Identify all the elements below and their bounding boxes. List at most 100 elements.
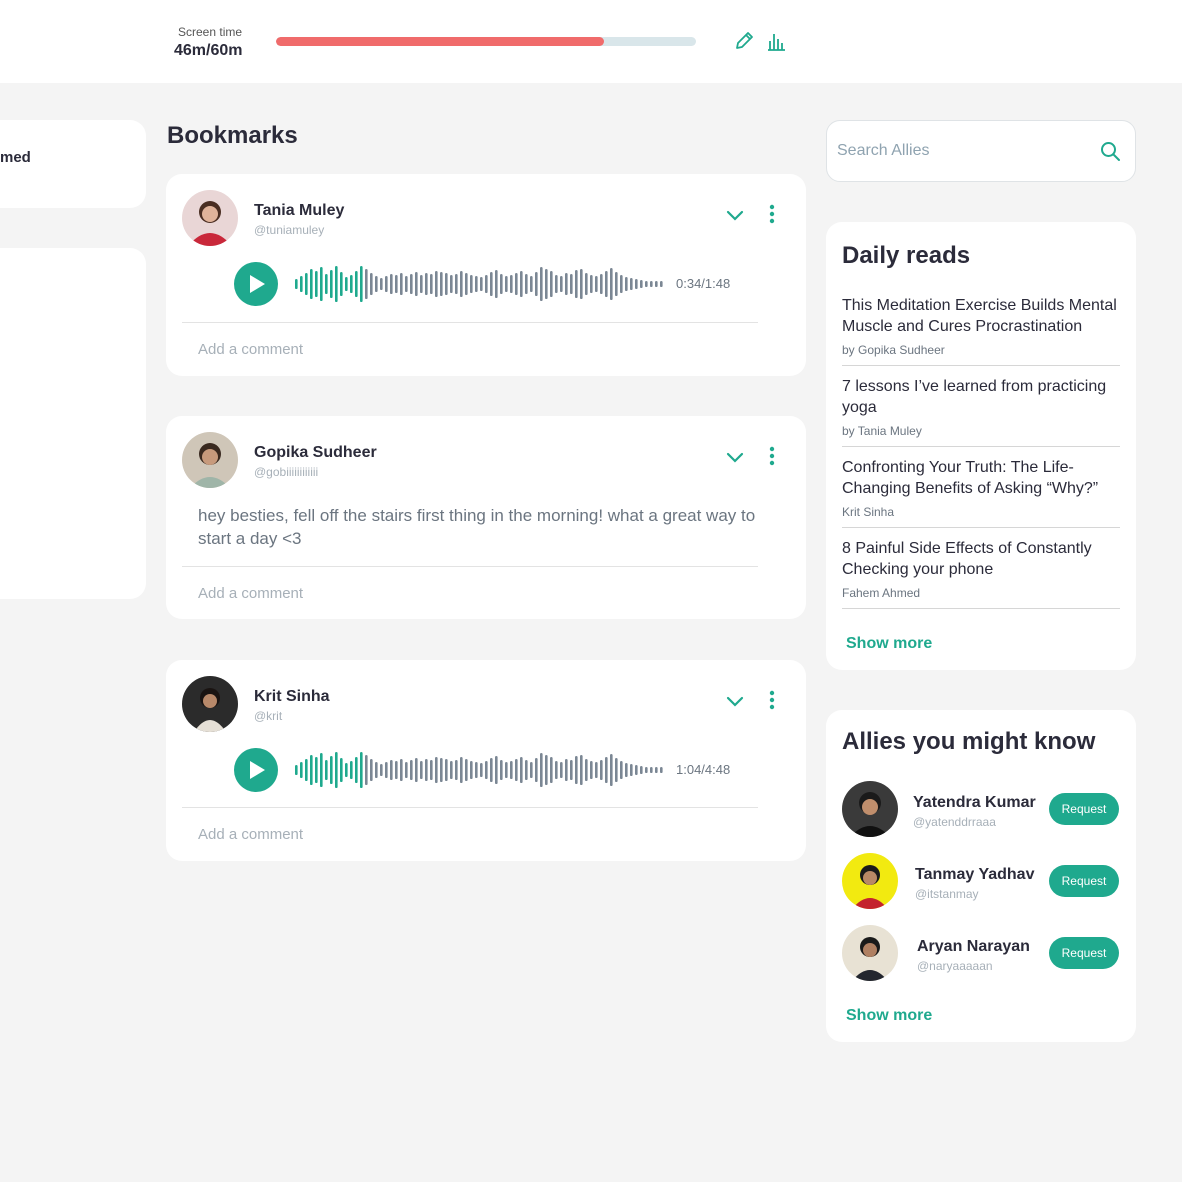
post-author-name[interactable]: Tania Muley bbox=[254, 202, 344, 220]
show-more-allies-link[interactable]: Show more bbox=[846, 1007, 932, 1025]
waveform-bar bbox=[380, 278, 383, 290]
waveform-bar bbox=[630, 278, 633, 290]
waveform-bar bbox=[445, 759, 448, 781]
audio-waveform[interactable] bbox=[294, 748, 666, 792]
waveform-bar bbox=[350, 761, 353, 779]
waveform-bar bbox=[295, 765, 298, 775]
waveform-bar bbox=[480, 763, 483, 777]
waveform-bar bbox=[605, 757, 608, 783]
post-author-handle: @krit bbox=[254, 709, 283, 723]
add-comment-input[interactable]: Add a comment bbox=[198, 341, 303, 358]
waveform-bar bbox=[295, 279, 298, 289]
request-button[interactable]: Request bbox=[1049, 865, 1119, 897]
read-title: This Meditation Exercise Builds Mental M… bbox=[842, 297, 1117, 335]
waveform-bar bbox=[570, 274, 573, 294]
waveform-bar bbox=[535, 272, 538, 296]
waveform-bar bbox=[540, 267, 543, 301]
play-button[interactable] bbox=[234, 262, 278, 306]
waveform-bar bbox=[475, 762, 478, 778]
allies-panel: Allies you might know Yatendra Kumar @ya… bbox=[826, 710, 1136, 1042]
waveform-bar bbox=[440, 272, 443, 296]
more-options-icon[interactable] bbox=[762, 202, 782, 226]
avatar bbox=[842, 925, 898, 981]
waveform-bar bbox=[400, 273, 403, 295]
waveform-bar bbox=[520, 271, 523, 297]
search-icon[interactable] bbox=[1099, 140, 1121, 162]
waveform-bar bbox=[550, 271, 553, 297]
left-card-panel bbox=[0, 248, 146, 599]
read-title: 8 Painful Side Effects of Constantly Che… bbox=[842, 540, 1092, 578]
waveform-bar bbox=[655, 281, 658, 287]
waveform-bar bbox=[660, 281, 663, 287]
post-author-name[interactable]: Krit Sinha bbox=[254, 688, 330, 706]
waveform-bar bbox=[580, 755, 583, 785]
audio-time: 1:04/4:48 bbox=[676, 762, 731, 777]
read-item[interactable]: 7 lessons I’ve learned from practicing y… bbox=[842, 376, 1120, 447]
play-icon bbox=[250, 761, 265, 779]
chevron-down-icon[interactable] bbox=[724, 446, 746, 468]
avatar bbox=[182, 432, 238, 488]
ally-handle: @itstanmay bbox=[915, 887, 979, 901]
waveform-bar bbox=[565, 759, 568, 781]
waveform-bar bbox=[365, 755, 368, 785]
divider bbox=[182, 566, 758, 567]
audio-waveform[interactable] bbox=[294, 262, 666, 306]
request-button[interactable]: Request bbox=[1049, 793, 1119, 825]
waveform-bar bbox=[340, 758, 343, 782]
read-item[interactable]: This Meditation Exercise Builds Mental M… bbox=[842, 295, 1120, 366]
waveform-bar bbox=[410, 760, 413, 780]
waveform-bar bbox=[655, 767, 658, 773]
waveform-bar bbox=[495, 756, 498, 784]
waveform-bar bbox=[390, 760, 393, 780]
waveform-bar bbox=[525, 760, 528, 780]
show-more-reads-link[interactable]: Show more bbox=[846, 635, 932, 653]
avatar bbox=[182, 676, 238, 732]
waveform-bar bbox=[425, 273, 428, 295]
waveform-bar bbox=[460, 271, 463, 297]
post-author-name[interactable]: Gopika Sudheer bbox=[254, 444, 377, 462]
waveform-bar bbox=[515, 759, 518, 781]
waveform-bar bbox=[420, 761, 423, 779]
more-options-icon[interactable] bbox=[762, 444, 782, 468]
waveform-bar bbox=[390, 274, 393, 294]
add-comment-input[interactable]: Add a comment bbox=[198, 585, 303, 602]
chevron-down-icon[interactable] bbox=[724, 690, 746, 712]
chevron-down-icon[interactable] bbox=[724, 204, 746, 226]
page-title: Bookmarks bbox=[167, 122, 298, 149]
waveform-bar bbox=[500, 274, 503, 294]
left-card-text: med bbox=[0, 149, 31, 166]
ally-name[interactable]: Aryan Narayan bbox=[917, 938, 1030, 956]
waveform-bar bbox=[330, 270, 333, 298]
waveform-bar bbox=[310, 269, 313, 299]
ally-name[interactable]: Yatendra Kumar bbox=[913, 794, 1036, 812]
waveform-bar bbox=[525, 274, 528, 294]
waveform-bar bbox=[460, 757, 463, 783]
allies-title: Allies you might know bbox=[842, 728, 1096, 755]
waveform-bar bbox=[560, 762, 563, 778]
waveform-bar bbox=[490, 272, 493, 296]
waveform-bar bbox=[605, 271, 608, 297]
waveform-bar bbox=[335, 752, 338, 788]
request-button[interactable]: Request bbox=[1049, 937, 1119, 969]
waveform-bar bbox=[395, 275, 398, 293]
waveform-bar bbox=[610, 268, 613, 300]
ally-name[interactable]: Tanmay Yadhav bbox=[915, 866, 1034, 884]
waveform-bar bbox=[450, 761, 453, 779]
waveform-bar bbox=[430, 274, 433, 294]
play-button[interactable] bbox=[234, 748, 278, 792]
waveform-bar bbox=[590, 761, 593, 779]
pencil-icon[interactable] bbox=[733, 30, 755, 52]
read-item[interactable]: Confronting Your Truth: The Life-Changin… bbox=[842, 457, 1120, 528]
waveform-bar bbox=[545, 269, 548, 299]
waveform-bar bbox=[405, 762, 408, 778]
waveform-bar bbox=[625, 763, 628, 777]
waveform-bar bbox=[545, 755, 548, 785]
more-options-icon[interactable] bbox=[762, 688, 782, 712]
bar-chart-icon[interactable] bbox=[765, 30, 787, 52]
add-comment-input[interactable]: Add a comment bbox=[198, 826, 303, 843]
read-item[interactable]: 8 Painful Side Effects of Constantly Che… bbox=[842, 538, 1120, 609]
search-input[interactable] bbox=[837, 139, 1087, 163]
waveform-bar bbox=[465, 759, 468, 781]
avatar bbox=[842, 781, 898, 837]
waveform-bar bbox=[550, 757, 553, 783]
